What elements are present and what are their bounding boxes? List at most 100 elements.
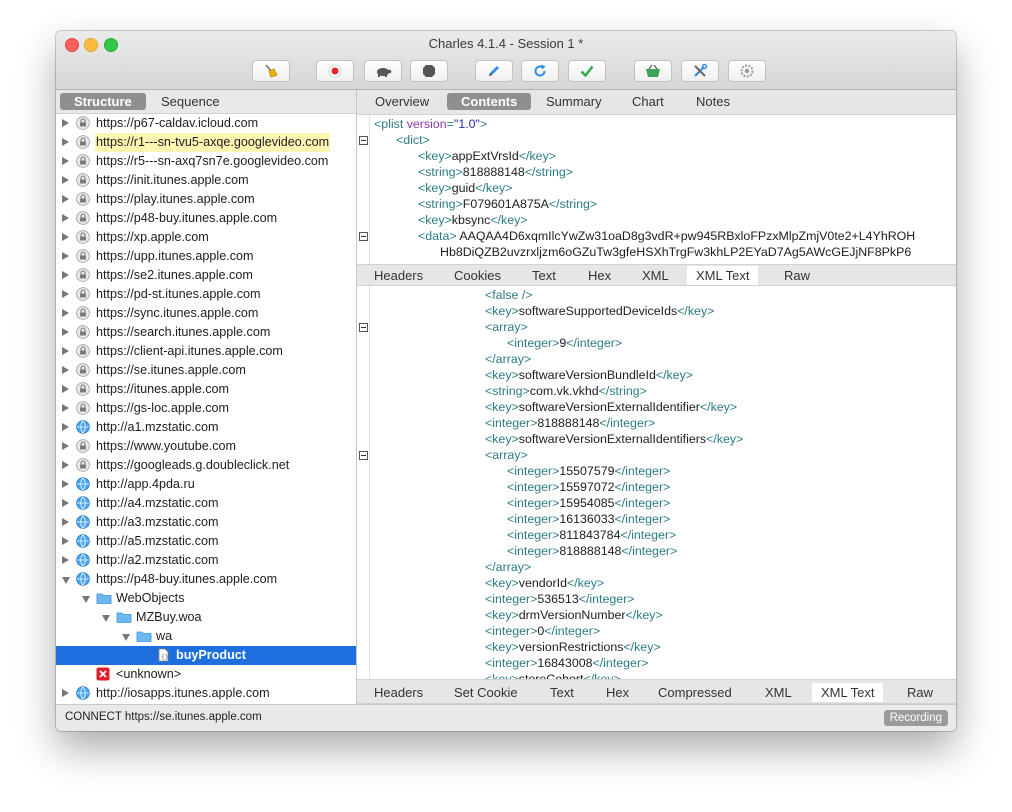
res-tab-compressed[interactable]: Compressed [649,683,741,702]
breakpoints-button[interactable] [410,60,448,82]
tree-row[interactable]: https://upp.itunes.apple.com [56,247,356,266]
disclosure-right-icon[interactable] [62,518,69,526]
disclosure-down-icon[interactable] [62,577,70,584]
disclosure-right-icon[interactable] [62,556,69,564]
tree-row[interactable]: MZBuy.woa [56,608,356,627]
tree-row[interactable]: {} buyProduct [56,646,356,665]
tree-row[interactable]: https://search.itunes.apple.com [56,323,356,342]
tab-sequence[interactable]: Sequence [147,93,234,110]
tree-row[interactable]: wa [56,627,356,646]
disclosure-right-icon[interactable] [62,499,69,507]
req-tab-xml[interactable]: XML [633,266,678,285]
disclosure-down-icon[interactable] [102,615,110,622]
fold-toggle-icon[interactable] [359,451,368,460]
disclosure-right-icon[interactable] [62,689,69,697]
res-tab-raw[interactable]: Raw [898,683,942,702]
tree-row[interactable]: http://iosapps.itunes.apple.com [56,684,356,703]
disclosure-right-icon[interactable] [62,442,69,450]
disclosure-right-icon[interactable] [62,461,69,469]
disclosure-right-icon[interactable] [62,290,69,298]
tree-row[interactable]: https://init.itunes.apple.com [56,171,356,190]
repeat-button[interactable] [521,60,559,82]
tab-summary[interactable]: Summary [532,93,616,110]
tab-notes[interactable]: Notes [682,93,744,110]
tree-row[interactable]: http://a5.mzstatic.com [56,532,356,551]
throttle-button[interactable] [364,60,402,82]
disclosure-right-icon[interactable] [62,176,69,184]
tree-row[interactable]: https://googleads.g.doubleclick.net [56,456,356,475]
tab-structure[interactable]: Structure [60,93,146,110]
disclosure-right-icon[interactable] [62,423,69,431]
tree-row[interactable]: https://play.itunes.apple.com [56,190,356,209]
req-tab-headers[interactable]: Headers [365,266,432,285]
fold-toggle-icon[interactable] [359,136,368,145]
fold-toggle-icon[interactable] [359,323,368,332]
disclosure-down-icon[interactable] [122,634,130,641]
tree-row[interactable]: https://www.youtube.com [56,437,356,456]
tree-row[interactable]: https://gs-loc.apple.com [56,399,356,418]
tree-row[interactable]: https://se2.itunes.apple.com [56,266,356,285]
disclosure-right-icon[interactable] [62,157,69,165]
tree-row[interactable]: https://pd-st.itunes.apple.com [56,285,356,304]
tree-row[interactable]: https://p48-buy.itunes.apple.com [56,209,356,228]
xml-token: </array> [485,352,532,366]
req-tab-cookies[interactable]: Cookies [445,266,510,285]
res-tab-set-cookie[interactable]: Set Cookie [445,683,527,702]
tree-row[interactable]: http://app.4pda.ru [56,475,356,494]
disclosure-right-icon[interactable] [62,537,69,545]
tree-row[interactable]: https://client-api.itunes.apple.com [56,342,356,361]
tree-row[interactable]: https://xp.apple.com [56,228,356,247]
clear-session-button[interactable] [252,60,290,82]
tree-row[interactable]: http://a2.mzstatic.com [56,551,356,570]
res-tab-xml[interactable]: XML [756,683,801,702]
tree-row[interactable]: https://sync.itunes.apple.com [56,304,356,323]
tree-row[interactable]: https://se.itunes.apple.com [56,361,356,380]
disclosure-right-icon[interactable] [62,480,69,488]
tools-button[interactable] [681,60,719,82]
shopping-basket-button[interactable] [634,60,672,82]
response-xml-view[interactable]: <false /> <key>softwareSupportedDeviceIds… [357,286,956,679]
tree-row[interactable]: https://r1---sn-tvu5-axqe.googlevideo.co… [56,133,356,152]
req-tab-xml-text[interactable]: XML Text [687,266,759,285]
disclosure-right-icon[interactable] [62,214,69,222]
disclosure-right-icon[interactable] [62,404,69,412]
disclosure-right-icon[interactable] [62,309,69,317]
disclosure-right-icon[interactable] [62,119,69,127]
request-xml-view[interactable]: <plist version="1.0"> <dict> <key>appExtVr… [357,115,956,265]
record-button[interactable] [316,60,354,82]
validate-button[interactable] [568,60,606,82]
disclosure-right-icon[interactable] [62,195,69,203]
disclosure-right-icon[interactable] [62,233,69,241]
compose-button[interactable] [475,60,513,82]
tree-row[interactable]: http://a4.mzstatic.com [56,494,356,513]
res-tab-xml-text[interactable]: XML Text [812,683,884,702]
res-tab-headers[interactable]: Headers [365,683,432,702]
req-tab-text[interactable]: Text [523,266,565,285]
disclosure-right-icon[interactable] [62,347,69,355]
disclosure-right-icon[interactable] [62,252,69,260]
tab-chart[interactable]: Chart [618,93,678,110]
tree-row[interactable]: http://a3.mzstatic.com [56,513,356,532]
res-tab-text[interactable]: Text [541,683,583,702]
tree-row[interactable]: https://r5---sn-axq7sn7e.googlevideo.com [56,152,356,171]
req-tab-raw[interactable]: Raw [775,266,819,285]
tab-contents[interactable]: Contents [447,93,532,110]
tree-row[interactable]: <unknown> [56,665,356,684]
tree-row[interactable]: https://p67-caldav.icloud.com [56,114,356,133]
disclosure-right-icon[interactable] [62,271,69,279]
tree-row[interactable]: https://itunes.apple.com [56,380,356,399]
res-tab-hex[interactable]: Hex [597,683,638,702]
tab-overview[interactable]: Overview [361,93,443,110]
tree-row[interactable]: http://a1.mzstatic.com [56,418,356,437]
settings-button[interactable] [728,60,766,82]
recording-badge[interactable]: Recording [883,710,948,726]
disclosure-right-icon[interactable] [62,328,69,336]
disclosure-right-icon[interactable] [62,366,69,374]
req-tab-hex[interactable]: Hex [579,266,620,285]
fold-toggle-icon[interactable] [359,232,368,241]
disclosure-right-icon[interactable] [62,385,69,393]
tree-row[interactable]: https://p48-buy.itunes.apple.com [56,570,356,589]
tree-row[interactable]: WebObjects [56,589,356,608]
disclosure-down-icon[interactable] [82,596,90,603]
disclosure-right-icon[interactable] [62,138,69,146]
